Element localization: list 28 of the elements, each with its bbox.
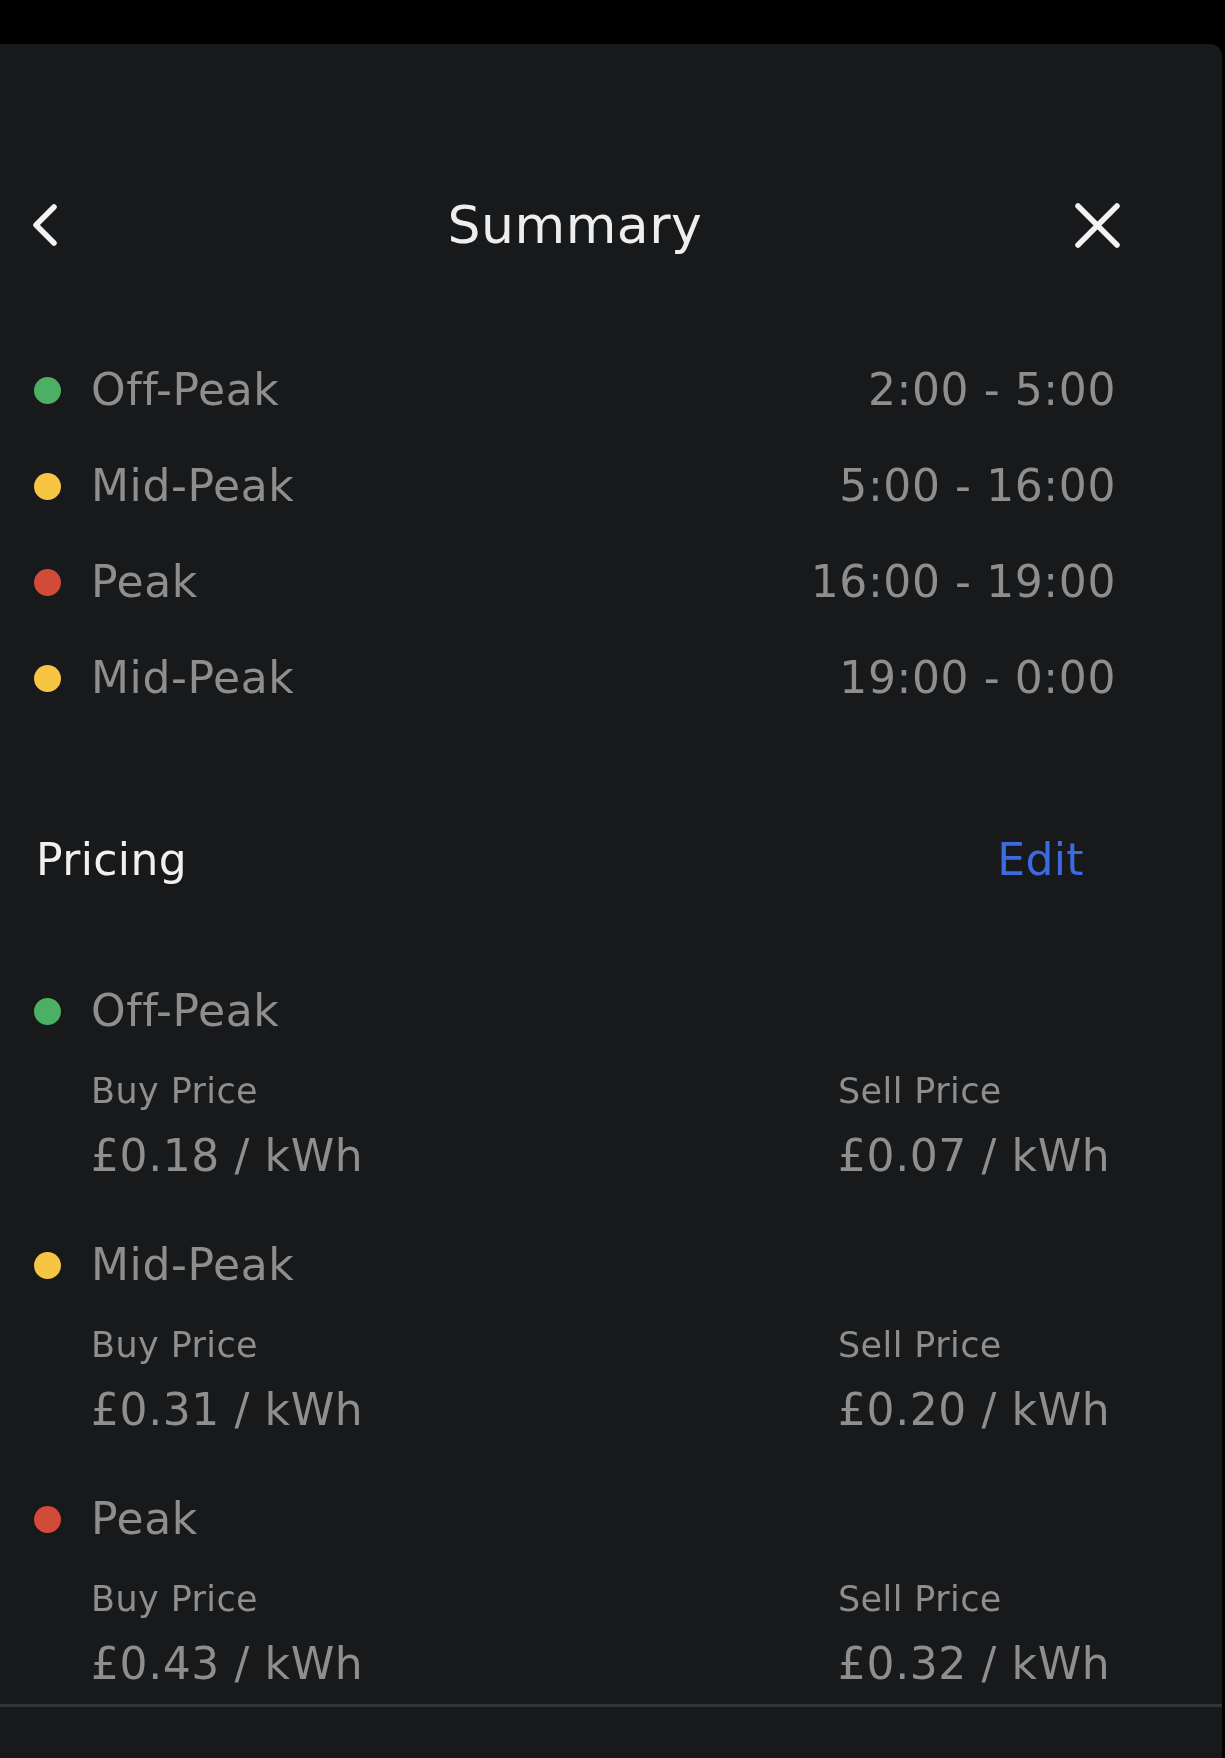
period-name: Mid-Peak — [91, 459, 295, 513]
period-name: Off-Peak — [91, 363, 280, 417]
price-label: Buy Price — [91, 1070, 258, 1113]
tier-name: Mid-Peak — [91, 1238, 295, 1292]
price-label: Buy Price — [91, 1578, 258, 1621]
time-range: 2:00 - 5:00 — [867, 363, 1116, 417]
period-name: Peak — [91, 555, 198, 609]
edit-link[interactable]: Edit — [997, 827, 1084, 893]
price-label: Sell Price — [838, 1578, 1002, 1621]
section-title: Pricing — [36, 833, 188, 887]
price-value: £0.20 / kWh — [838, 1383, 1111, 1437]
price-value: £0.07 / kWh — [838, 1129, 1111, 1183]
price-label: Buy Price — [91, 1324, 258, 1367]
price-value: £0.43 / kWh — [91, 1637, 364, 1691]
screen-title: Summary — [447, 194, 703, 257]
tier-name: Off-Peak — [91, 984, 280, 1038]
price-value: £0.32 / kWh — [838, 1637, 1111, 1691]
price-value: £0.31 / kWh — [91, 1383, 364, 1437]
price-label: Sell Price — [838, 1324, 1002, 1367]
close-icon[interactable] — [1074, 201, 1121, 249]
time-range: 16:00 - 19:00 — [810, 555, 1116, 609]
price-value: £0.18 / kWh — [91, 1129, 364, 1183]
price-label: Sell Price — [838, 1070, 1002, 1113]
back-icon[interactable] — [31, 204, 58, 246]
tier-name: Peak — [91, 1492, 198, 1546]
time-range: 19:00 - 0:00 — [839, 651, 1116, 705]
time-range: 5:00 - 16:00 — [839, 459, 1116, 513]
period-name: Mid-Peak — [91, 651, 295, 705]
